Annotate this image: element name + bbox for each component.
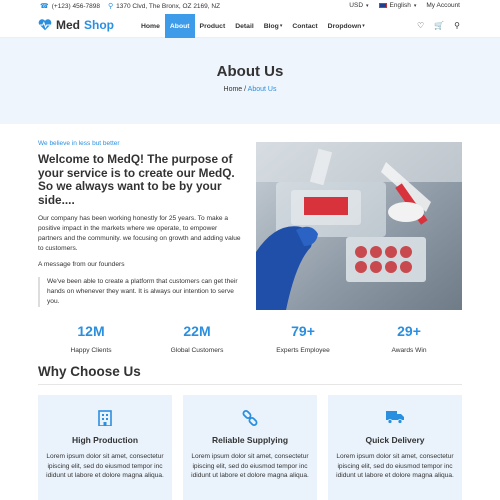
logo-text-med: Med [56, 18, 80, 32]
top-bar: ☎ (+123) 456-7898 ⚲ 1370 Clvd, The Bronx, … [0, 0, 500, 14]
feature-card-title: Quick Delivery [365, 435, 425, 445]
nav-icons: ♡ 🛒 ⚲ [417, 21, 460, 30]
stat-value: 12M [77, 323, 105, 339]
lab-photo-illustration [256, 142, 462, 310]
page-title: About Us [216, 63, 284, 80]
nav-blog[interactable]: Blog ▾ [259, 14, 288, 38]
nav-dropdown-label: Dropdown [327, 22, 362, 30]
address-text: 1370 Clvd, The Bronx, OZ 2169, NZ [116, 2, 221, 10]
page-header: About Us Home / About Us [0, 38, 500, 124]
heart-pulse-icon [38, 19, 52, 31]
chevron-down-icon: ▾ [413, 2, 417, 9]
chevron-down-icon: ▾ [362, 23, 365, 29]
nav-detail[interactable]: Detail [230, 14, 259, 38]
language-select[interactable]: English ▾ [378, 2, 417, 9]
chevron-down-icon: ▾ [366, 2, 369, 9]
feature-card-text: Lorem ipsum dolor sit amet, consectetur … [191, 453, 309, 479]
stat-item: 12M Happy Clients [38, 323, 144, 354]
building-icon [98, 410, 112, 426]
chevron-down-icon: ▾ [279, 23, 283, 29]
stat-item: 22M Global Customers [144, 323, 250, 354]
about-description: Our company has been working honestly fo… [38, 215, 241, 252]
feature-card: Reliable Supplying Lorem ipsum dolor sit… [183, 395, 317, 500]
stat-value: 22M [183, 323, 211, 339]
lab-photo [256, 142, 462, 310]
stat-item: 29+ Awards Win [356, 323, 462, 354]
stat-label: Happy Clients [70, 347, 112, 354]
location-pin-icon: ⚲ [107, 3, 114, 10]
feature-card-text: Lorem ipsum dolor sit amet, consectetur … [46, 453, 164, 479]
stat-label: Awards Win [391, 347, 427, 354]
about-section: We believe in less but better Welcome to… [38, 136, 243, 307]
search-icon[interactable]: ⚲ [454, 21, 460, 30]
about-heading: Welcome to MedQ! The purpose of your ser… [38, 152, 235, 207]
feature-cards: High Production Lorem ipsum dolor sit am… [38, 395, 462, 500]
founders-message-label: A message from our founders [38, 261, 125, 268]
truck-icon [386, 411, 404, 424]
logo-text-shop: Shop [84, 18, 114, 32]
nav-home[interactable]: Home [136, 14, 165, 38]
phone[interactable]: ☎ (+123) 456-7898 [40, 2, 100, 11]
nav-dropdown[interactable]: Dropdown ▾ [323, 14, 370, 38]
about-tagline: We believe in less but better [38, 140, 120, 147]
top-bar-right: USD ▾ English ▾ My Account [349, 2, 460, 9]
nav-product[interactable]: Product [195, 14, 231, 38]
cart-icon[interactable]: 🛒 [434, 21, 444, 30]
address: ⚲ 1370 Clvd, The Bronx, OZ 2169, NZ [107, 2, 221, 11]
phone-icon: ☎ [40, 3, 49, 10]
nav-about[interactable]: About [164, 14, 195, 38]
logo[interactable]: Med Shop [38, 18, 114, 32]
feature-card-title: Reliable Supplying [211, 435, 289, 445]
feature-card: Quick Delivery Lorem ipsum dolor sit ame… [328, 395, 462, 500]
stat-label: Global Customers [170, 347, 224, 354]
breadcrumb-current: About Us [247, 86, 277, 93]
breadcrumb-home[interactable]: Home [224, 86, 243, 93]
breadcrumb: Home / About Us [0, 86, 500, 93]
wishlist-heart-icon[interactable]: ♡ [417, 21, 424, 30]
main-menu: Home About Product Detail Blog ▾ Contact … [136, 14, 370, 38]
founders-quote: We've been able to create a platform tha… [38, 277, 243, 307]
stats-row: 12M Happy Clients 22M Global Customers 7… [38, 323, 462, 354]
feature-card-title: High Production [71, 435, 139, 445]
link-icon [242, 410, 258, 426]
stat-label: Experts Employee [276, 347, 330, 354]
my-account-link[interactable]: My Account [426, 2, 460, 9]
nav-contact[interactable]: Contact [287, 14, 322, 38]
section-divider [38, 384, 462, 385]
stat-value: 79+ [291, 323, 315, 339]
currency-select[interactable]: USD ▾ [349, 2, 368, 9]
breadcrumb-separator: / [244, 86, 247, 93]
language-label: English [389, 2, 411, 9]
phone-text: (+123) 456-7898 [51, 2, 100, 10]
flag-icon [378, 3, 387, 8]
contact-info: ☎ (+123) 456-7898 ⚲ 1370 Clvd, The Bronx, … [40, 2, 221, 11]
currency-label: USD [349, 2, 364, 9]
why-choose-title: Why Choose Us [38, 364, 141, 379]
navbar: Med Shop Home About Product Detail Blog ▾ … [0, 14, 500, 38]
feature-card: High Production Lorem ipsum dolor sit am… [38, 395, 172, 500]
nav-blog-label: Blog [263, 22, 279, 30]
stat-value: 29+ [397, 323, 421, 339]
feature-card-text: Lorem ipsum dolor sit amet, consectetur … [336, 453, 454, 479]
stat-item: 79+ Experts Employee [250, 323, 356, 354]
